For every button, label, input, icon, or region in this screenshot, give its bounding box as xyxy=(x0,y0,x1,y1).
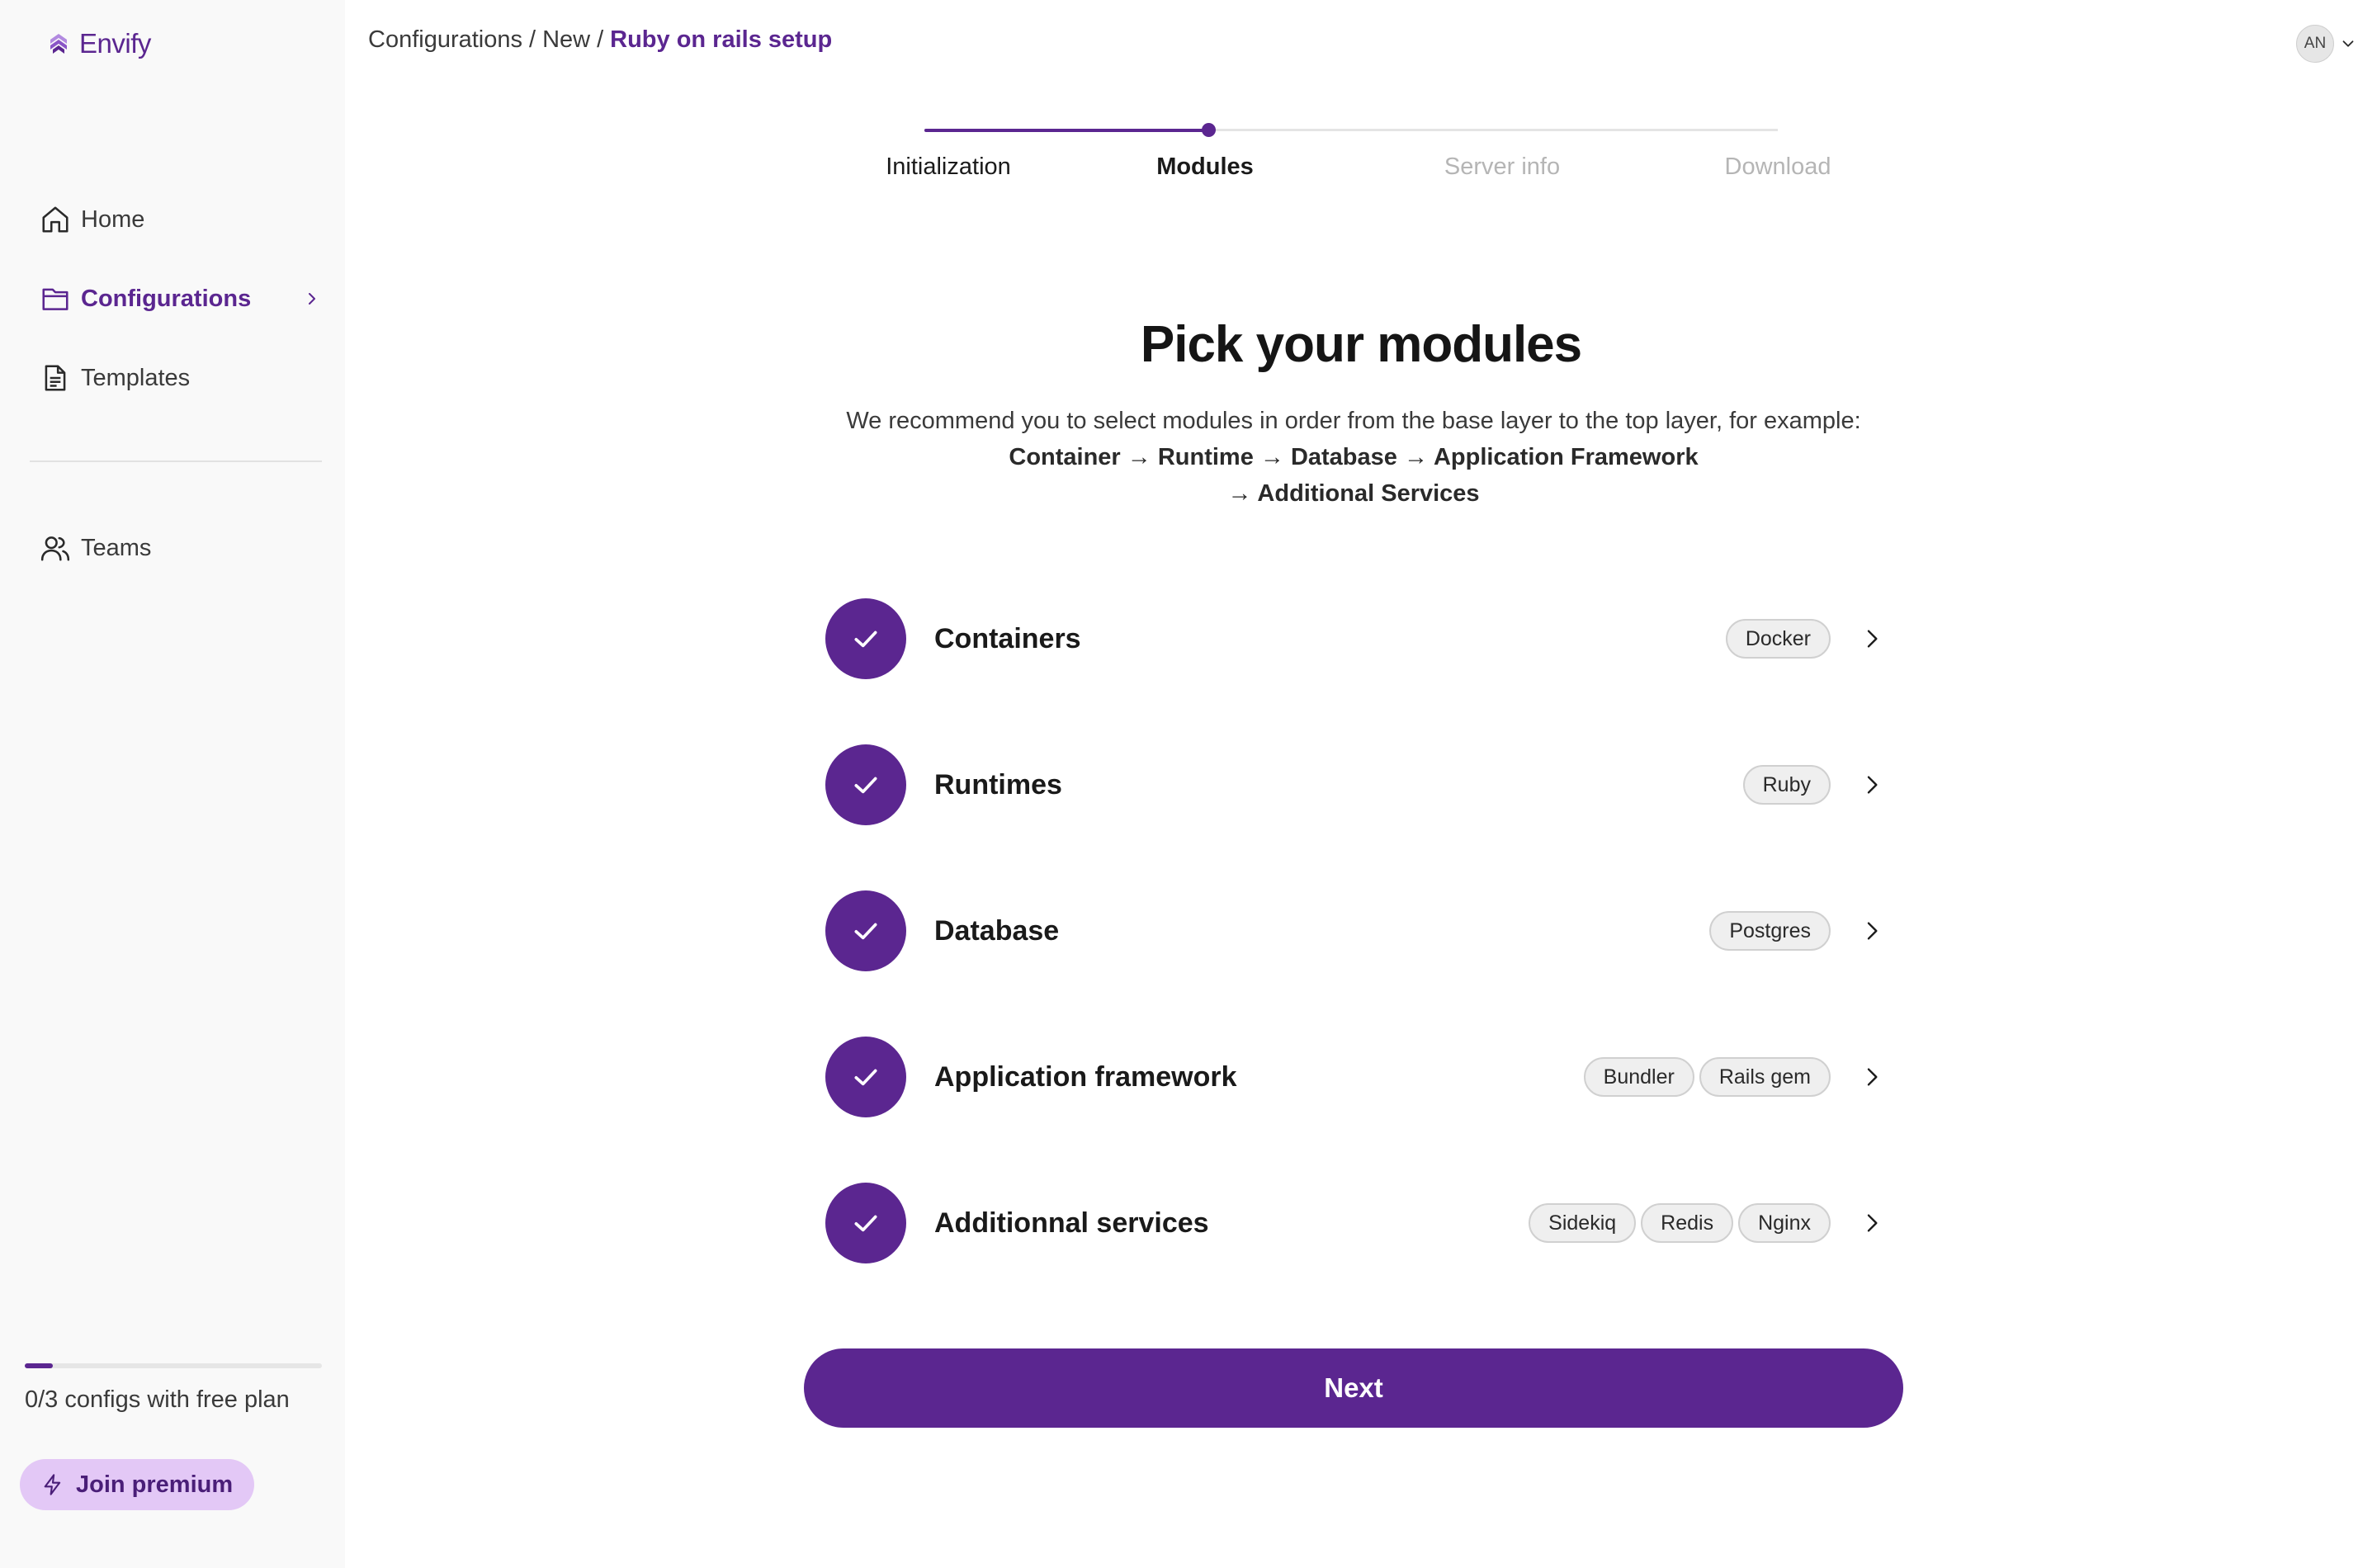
module-tag: Bundler xyxy=(1583,1057,1694,1097)
step-server-info[interactable]: Server info xyxy=(1444,153,1560,181)
sidebar: Envify Home Configurations Templates Tea… xyxy=(0,0,345,1568)
module-name: Database xyxy=(934,914,1060,947)
step-initialization[interactable]: Initialization xyxy=(886,153,1011,181)
chevron-right-icon[interactable] xyxy=(1859,1210,1885,1236)
chevron-right-icon[interactable] xyxy=(1859,918,1885,944)
breadcrumb-separator: / xyxy=(597,26,604,53)
module-row-containers[interactable]: Containers Docker xyxy=(825,598,1890,679)
chevron-right-icon[interactable] xyxy=(1859,1064,1885,1090)
chevron-right-icon[interactable] xyxy=(1859,772,1885,798)
page-subtitle: We recommend you to select modules in or… xyxy=(776,403,1931,512)
module-tags: Sidekiq Redis Nginx xyxy=(1529,1203,1831,1243)
breadcrumb-configurations[interactable]: Configurations xyxy=(368,26,522,53)
subtitle-line-3: → Additional Services xyxy=(1227,480,1480,507)
sidebar-nav: Home Configurations Templates xyxy=(30,195,327,432)
module-list: Containers Docker Runtimes Ruby Database… xyxy=(825,598,1890,1329)
join-premium-label: Join premium xyxy=(76,1471,234,1498)
module-name: Runtimes xyxy=(934,768,1062,801)
sidebar-item-home[interactable]: Home xyxy=(30,195,327,244)
subtitle-line-1: We recommend you to select modules in or… xyxy=(846,408,1861,434)
subtitle-line-2: Container → Runtime → Database → Applica… xyxy=(1009,444,1699,470)
module-tag: Sidekiq xyxy=(1529,1203,1637,1243)
avatar: AN xyxy=(2296,25,2334,63)
stepper-progress xyxy=(924,129,1208,132)
plan-progress-fill xyxy=(25,1363,53,1368)
folder-icon xyxy=(30,282,81,315)
check-circle-icon xyxy=(825,744,906,825)
module-tag: Docker xyxy=(1725,619,1831,659)
module-name: Containers xyxy=(934,622,1081,654)
check-circle-icon xyxy=(825,1183,906,1263)
step-modules[interactable]: Modules xyxy=(1156,153,1254,181)
chevron-down-icon xyxy=(2342,40,2354,47)
sidebar-item-templates[interactable]: Templates xyxy=(30,353,327,403)
module-row-runtimes[interactable]: Runtimes Ruby xyxy=(825,744,1890,825)
module-row-application-framework[interactable]: Application framework Bundler Rails gem xyxy=(825,1037,1890,1117)
sidebar-item-label: Teams xyxy=(81,534,152,561)
module-tags: Postgres xyxy=(1709,911,1831,951)
page-title: Pick your modules xyxy=(1140,316,1582,373)
sidebar-item-configurations[interactable]: Configurations xyxy=(30,274,327,324)
sidebar-item-teams[interactable]: Teams xyxy=(30,523,327,573)
sidebar-divider xyxy=(30,460,322,462)
module-tag: Redis xyxy=(1641,1203,1734,1243)
join-premium-button[interactable]: Join premium xyxy=(20,1459,254,1510)
user-menu[interactable]: AN xyxy=(2296,25,2357,63)
module-tags: Docker xyxy=(1725,619,1831,659)
envify-logo-icon xyxy=(50,34,67,54)
plan-usage-text: 0/3 configs with free plan xyxy=(25,1386,290,1413)
breadcrumb-new[interactable]: New xyxy=(542,26,590,53)
step-download[interactable]: Download xyxy=(1725,153,1831,181)
breadcrumb: Configurations / New / Ruby on rails setup xyxy=(368,26,832,54)
sidebar-teams-section: Teams xyxy=(30,523,327,602)
plan-progress-bar xyxy=(25,1363,322,1368)
breadcrumb-separator: / xyxy=(529,26,536,53)
lightning-icon xyxy=(44,1474,61,1495)
module-tag: Rails gem xyxy=(1699,1057,1831,1097)
module-tag: Ruby xyxy=(1742,765,1831,805)
logo[interactable]: Envify xyxy=(46,28,151,59)
check-circle-icon xyxy=(825,890,906,971)
module-row-additional-services[interactable]: Additionnal services Sidekiq Redis Nginx xyxy=(825,1183,1890,1263)
document-icon xyxy=(30,361,81,394)
users-icon xyxy=(30,531,81,564)
module-tag: Nginx xyxy=(1738,1203,1831,1243)
module-tags: Bundler Rails gem xyxy=(1583,1057,1831,1097)
chevron-right-icon[interactable] xyxy=(1859,626,1885,652)
next-button[interactable]: Next xyxy=(804,1348,1903,1428)
sidebar-item-label: Configurations xyxy=(81,285,252,312)
module-tags: Ruby xyxy=(1742,765,1831,805)
module-tag: Postgres xyxy=(1709,911,1831,951)
logo-text: Envify xyxy=(79,28,151,59)
chevron-right-icon xyxy=(309,293,315,305)
check-circle-icon xyxy=(825,1037,906,1117)
module-name: Application framework xyxy=(934,1060,1237,1093)
module-row-database[interactable]: Database Postgres xyxy=(825,890,1890,971)
stepper-current-dot xyxy=(1202,123,1216,137)
check-circle-icon xyxy=(825,598,906,679)
home-icon xyxy=(30,203,81,236)
module-name: Additionnal services xyxy=(934,1207,1209,1239)
sidebar-item-label: Templates xyxy=(81,364,191,391)
sidebar-item-label: Home xyxy=(81,205,145,233)
breadcrumb-current: Ruby on rails setup xyxy=(610,26,833,53)
